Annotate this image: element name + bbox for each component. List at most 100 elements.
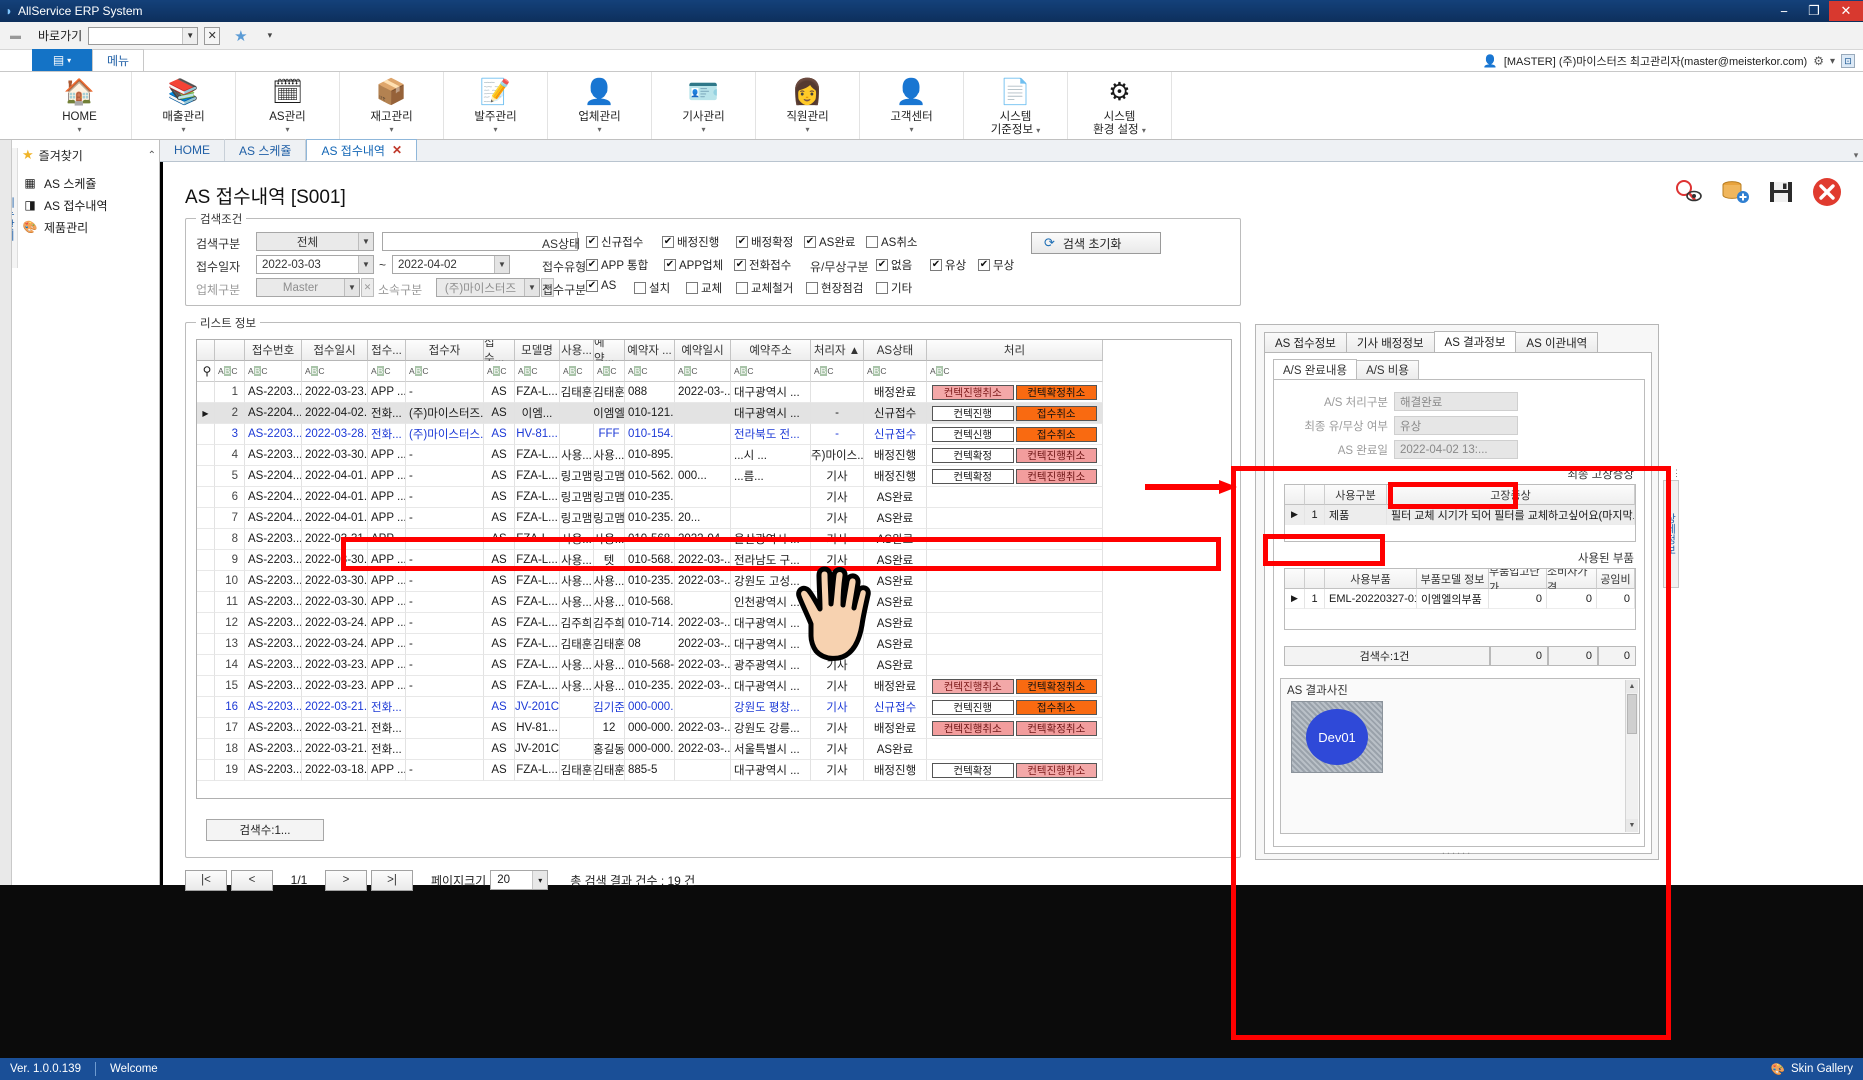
detail-vtab-grip[interactable]: ⋮⋮	[1663, 468, 1681, 480]
checkbox-paid-none[interactable]: ✔ 없음	[876, 257, 912, 273]
scroll-up-icon[interactable]: ▲	[1626, 680, 1638, 693]
expand-icon[interactable]: ▶	[1285, 589, 1305, 609]
chevron-down-icon[interactable]: ▼	[358, 233, 373, 250]
chevron-down-icon[interactable]: ▾	[597, 125, 601, 134]
doc-tab-as-schedule[interactable]: AS 스케쥴	[225, 139, 307, 161]
detail-tab-receipt-info[interactable]: AS 접수정보	[1264, 332, 1347, 353]
page-size-combo[interactable]: 20 ▾	[490, 870, 549, 890]
row-action-button[interactable]: 컨텍확정	[932, 468, 1014, 484]
row-action-button[interactable]: 접수취소	[1015, 426, 1097, 442]
row-expand-icon[interactable]	[197, 487, 215, 508]
sidebar-item-product[interactable]: 🎨 제품관리	[22, 216, 156, 238]
symptom-row[interactable]: ▶ 1 제품 필터 교체 시기가 되어 필터를 교체하고싶어요(마지막으로 교체…	[1285, 505, 1635, 525]
row-expand-icon[interactable]	[197, 550, 215, 571]
save-icon[interactable]	[1765, 176, 1797, 208]
favorites-header[interactable]: ★ 즐겨찾기 ⌃	[22, 144, 156, 166]
ribbon-item-system-base[interactable]: 📄 시스템 기준정보 ▾	[964, 72, 1068, 139]
subtab-completion-content[interactable]: A/S 완료내용	[1273, 359, 1358, 380]
grid-header-receiver[interactable]: 접수자	[406, 340, 484, 361]
pager-next-button[interactable]: >	[325, 869, 367, 891]
row-expand-icon[interactable]	[197, 424, 215, 445]
checkbox-as-state-cancel[interactable]: AS취소	[866, 234, 918, 250]
shortcut-more-icon[interactable]: ▾	[268, 30, 273, 41]
chevron-up-icon[interactable]: ⌃	[148, 150, 156, 161]
checkbox-receipt-phone[interactable]: ✔ 전화접수	[734, 257, 791, 273]
table-row[interactable]: 8 AS-2203... 2022-03-31... APP ... - AS FZA-L.…	[197, 529, 1231, 550]
chevron-down-icon[interactable]: ▾	[701, 125, 705, 134]
ribbon-item-system-config[interactable]: ⚙ 시스템 환경 설정 ▾	[1068, 72, 1172, 139]
row-expand-icon[interactable]	[197, 382, 215, 403]
grid-header-cell[interactable]	[215, 340, 245, 361]
checkbox-class-etc[interactable]: 기타	[876, 280, 912, 296]
chevron-down-icon[interactable]: ▾	[1830, 56, 1835, 67]
sidebar-item-as-schedule[interactable]: ▦ AS 스케쥴	[22, 172, 156, 194]
grid-header-reserve-dt[interactable]: 예약일시	[675, 340, 731, 361]
scroll-thumb[interactable]	[1627, 694, 1637, 734]
grid-header-handler[interactable]: 처리자 ▲	[811, 340, 864, 361]
row-expand-icon[interactable]	[197, 529, 215, 550]
row-expand-icon[interactable]	[197, 718, 215, 739]
row-expand-icon[interactable]	[197, 613, 215, 634]
chevron-down-icon[interactable]: ▾	[532, 871, 548, 889]
filter-abc-icon[interactable]: ABC	[814, 366, 833, 376]
pager-first-button[interactable]: |<	[185, 869, 227, 891]
checkbox-as-state-complete[interactable]: ✔ AS완료	[804, 234, 856, 250]
row-action-button[interactable]: 접수취소	[1015, 699, 1097, 715]
grid-header-as-state[interactable]: AS상태	[864, 340, 927, 361]
row-action-button[interactable]: 컨텍진행	[932, 699, 1014, 715]
row-action-button[interactable]: 컨텍진행취소	[932, 678, 1014, 694]
photo-scrollbar[interactable]: ▲ ▼	[1625, 680, 1638, 832]
row-expand-icon[interactable]	[197, 655, 215, 676]
chevron-down-icon[interactable]: ▼	[182, 27, 198, 44]
row-expand-icon[interactable]	[197, 739, 215, 760]
panel-toggle-icon[interactable]: ⊡	[1841, 54, 1855, 68]
doc-tab-scroll-icon[interactable]: ▾	[1849, 150, 1863, 161]
grid-header-model[interactable]: 모델명	[515, 340, 560, 361]
row-action-button[interactable]: 컨텍확정	[932, 447, 1014, 463]
scroll-down-icon[interactable]: ▼	[1626, 819, 1638, 832]
table-row[interactable]: 13 AS-2203... 2022-03-24... APP ... - AS FZA-L…	[197, 634, 1231, 655]
ribbon-item-engineer[interactable]: 🪪 기사관리 ▾	[652, 72, 756, 139]
filter-abc-icon[interactable]: ABC	[371, 366, 390, 376]
row-action-button[interactable]: 컨텍확정	[932, 762, 1014, 778]
filter-abc-icon[interactable]: ABC	[218, 366, 237, 376]
chevron-down-icon[interactable]: ▼	[494, 256, 509, 273]
table-row[interactable]: 7 AS-2204... 2022-04-01... APP ... - AS FZA-L.…	[197, 508, 1231, 529]
chevron-down-icon[interactable]: ▾	[389, 125, 393, 134]
grid-body[interactable]: 1 AS-2203... 2022-03-23... APP ... - AS FZA-L.…	[197, 382, 1231, 781]
checkbox-receipt-app-integrated[interactable]: ✔ APP 통합	[586, 257, 648, 273]
chevron-down-icon[interactable]: ▾	[77, 125, 81, 134]
doc-tab-as-receipt[interactable]: AS 접수내역 ✕	[306, 139, 418, 161]
row-action-button[interactable]: 컨텍확정취소	[1015, 678, 1097, 694]
row-expand-icon[interactable]	[197, 571, 215, 592]
chevron-down-icon[interactable]: ▾	[181, 125, 185, 134]
filter-abc-icon[interactable]: ABC	[867, 366, 886, 376]
filter-abc-icon[interactable]: ABC	[563, 366, 582, 376]
filter-abc-icon[interactable]: ABC	[678, 366, 697, 376]
row-expand-icon[interactable]	[197, 592, 215, 613]
grid-header-receipt-no[interactable]: 접수번호	[245, 340, 302, 361]
table-row[interactable]: 6 AS-2204... 2022-04-01... APP ... - AS FZA-L.…	[197, 487, 1231, 508]
filter-abc-icon[interactable]: ABC	[930, 366, 949, 376]
chevron-down-icon[interactable]: ▾	[1036, 126, 1040, 135]
row-action-button[interactable]: 컨텍진행취소	[932, 384, 1014, 400]
row-expand-icon[interactable]	[197, 760, 215, 781]
table-row[interactable]: 9 AS-2203... 2022-03-30... APP ... - AS FZA-L.…	[197, 550, 1231, 571]
filter-abc-icon[interactable]: ABC	[487, 366, 506, 376]
ribbon-item-sales[interactable]: 📚 매출관리 ▾	[132, 72, 236, 139]
grid-header-receipt-class[interactable]: 접수...	[484, 340, 515, 365]
row-expand-icon[interactable]: ▶	[197, 403, 215, 424]
parts-row[interactable]: ▶ 1 EML-20220327-0102 이엠엘의부품 0 0 0	[1285, 589, 1635, 609]
row-expand-icon[interactable]	[197, 445, 215, 466]
row-action-button[interactable]: 컨텍진행취소	[1015, 468, 1097, 484]
checkbox-as-state-assigned[interactable]: ✔ 배정확정	[736, 234, 793, 250]
table-row[interactable]: 18 AS-2203... 2022-03-21... 전화... AS JV-201C 홍…	[197, 739, 1231, 760]
checkbox-class-replace-remove[interactable]: 교체철거	[736, 280, 793, 296]
ribbon-item-staff[interactable]: 👩 직원관리 ▾	[756, 72, 860, 139]
checkbox-class-replace[interactable]: 교체	[686, 280, 722, 296]
table-row[interactable]: 12 AS-2203... 2022-03-24... APP ... - AS FZA-L…	[197, 613, 1231, 634]
ribbon-app-button[interactable]: ▤ ▾	[32, 49, 92, 71]
chevron-down-icon[interactable]: ▾	[285, 125, 289, 134]
row-expand-icon[interactable]	[197, 508, 215, 529]
receipt-date-from[interactable]: 2022-03-03 ▼	[256, 255, 374, 274]
